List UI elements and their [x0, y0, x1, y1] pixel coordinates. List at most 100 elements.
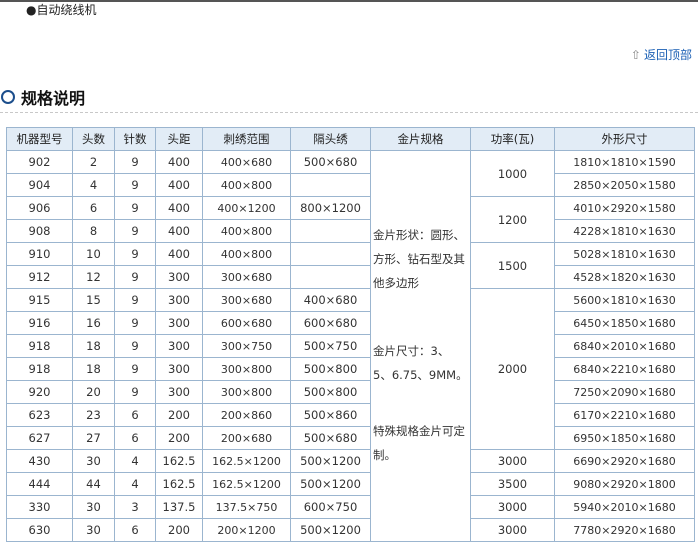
heads-cell: 15: [72, 288, 115, 312]
sequin-spec-p1: 金片形状：圆形、方形、钻石型及其他多边形: [373, 228, 465, 290]
embroidery-range-cell: 400×800: [202, 242, 291, 266]
heads-cell: 8: [72, 219, 115, 243]
skip-head-cell: 400×680: [290, 288, 371, 312]
table-row: 906 6 9 400 400×1200 800×1200 1200 4010×2920×15…: [6, 196, 695, 243]
heads-cell: 30: [72, 518, 115, 542]
heads-cell: 18: [72, 334, 115, 358]
back-to-top-link[interactable]: ⇧ 返回顶部: [631, 46, 692, 63]
skip-head-cell: 500×1200: [290, 472, 371, 496]
table-row: 630 30 6 200 200×1200 500×1200 3000 7780×2920×1…: [6, 518, 695, 542]
dotted-divider: [0, 112, 698, 113]
bullet-item-auto-winder[interactable]: ●自动绕线机: [26, 2, 96, 18]
model-cell: 915: [6, 288, 73, 312]
dimensions-cell: 1810×1810×1590: [554, 150, 695, 174]
embroidery-range-cell: 162.5×1200: [202, 449, 291, 473]
model-cell: 920: [6, 380, 73, 404]
model-cell: 916: [6, 311, 73, 335]
skip-head-cell: 500×680: [290, 426, 371, 450]
model-cell: 910: [6, 242, 73, 266]
dimensions-cell: 7250×2090×1680: [554, 380, 695, 404]
table-row: 902 2 9 400 400×680 500×680 金片形状：圆形、方形、钻石型及其他多…: [6, 150, 695, 542]
skip-head-cell: 500×1200: [290, 449, 371, 473]
skip-head-cell: [290, 265, 371, 289]
heads-cell: 30: [72, 449, 115, 473]
column-header: 机器型号: [6, 127, 73, 151]
power-cell: 3500: [470, 472, 555, 496]
model-cell: 912: [6, 265, 73, 289]
model-cell: 627: [6, 426, 73, 450]
power-cell: 3000: [470, 449, 555, 473]
model-cell: 918: [6, 334, 73, 358]
skip-head-cell: 500×1200: [290, 518, 371, 542]
embroidery-range-cell: 300×750: [202, 334, 291, 358]
heads-cell: 30: [72, 495, 115, 519]
dimensions-cell: 2850×2050×1580: [554, 173, 695, 197]
spec-table: 机器型号 头数 针数 头距 刺绣范围 隔头绣 金片规格 功率(瓦) 外形尺寸 902 2 9 400 4…: [6, 127, 695, 542]
column-header: 外形尺寸: [554, 127, 695, 151]
heads-cell: 4: [72, 173, 115, 197]
head-distance-cell: 162.5: [155, 472, 203, 496]
model-cell: 906: [6, 196, 73, 220]
head-distance-cell: 162.5: [155, 449, 203, 473]
needles-cell: 9: [114, 288, 156, 312]
skip-head-cell: 500×800: [290, 380, 371, 404]
heads-cell: 44: [72, 472, 115, 496]
needles-cell: 9: [114, 196, 156, 220]
dimensions-cell: 9080×2920×1800: [554, 472, 695, 496]
table-row: 430 30 4 162.5 162.5×1200 500×1200 3000 6690×29…: [6, 449, 695, 473]
heads-cell: 16: [72, 311, 115, 335]
skip-head-cell: 500×680: [290, 150, 371, 174]
embroidery-range-cell: 200×1200: [202, 518, 291, 542]
table-row: 444 44 4 162.5 162.5×1200 500×1200 3500 9080×29…: [6, 472, 695, 496]
embroidery-range-cell: 162.5×1200: [202, 472, 291, 496]
top-border: [0, 0, 698, 2]
needles-cell: 9: [114, 334, 156, 358]
skip-head-cell: 500×750: [290, 334, 371, 358]
power-cell: 3000: [470, 518, 555, 542]
embroidery-range-cell: 137.5×750: [202, 495, 291, 519]
heads-cell: 20: [72, 380, 115, 404]
column-header: 头距: [155, 127, 203, 151]
dimensions-cell: 6840×2010×1680: [554, 334, 695, 358]
head-distance-cell: 400: [155, 196, 203, 220]
dimensions-cell: 7780×2920×1680: [554, 518, 695, 542]
skip-head-cell: [290, 242, 371, 266]
head-distance-cell: 300: [155, 357, 203, 381]
needles-cell: 6: [114, 518, 156, 542]
needles-cell: 9: [114, 357, 156, 381]
needles-cell: 3: [114, 495, 156, 519]
dimensions-cell: 4228×1810×1630: [554, 219, 695, 243]
power-cell: 3000: [470, 495, 555, 519]
needles-cell: 9: [114, 150, 156, 174]
power-cell: 1500: [470, 242, 555, 289]
power-cell: 2000: [470, 288, 555, 450]
head-distance-cell: 200: [155, 518, 203, 542]
skip-head-cell: 600×680: [290, 311, 371, 335]
up-arrow-icon: ⇧: [630, 47, 641, 62]
embroidery-range-cell: 300×800: [202, 380, 291, 404]
section-title: 规格说明: [21, 89, 86, 108]
skip-head-cell: [290, 173, 371, 197]
heads-cell: 6: [72, 196, 115, 220]
dimensions-cell: 6170×2210×1680: [554, 403, 695, 427]
heads-cell: 12: [72, 265, 115, 289]
head-distance-cell: 300: [155, 265, 203, 289]
table-row: 918 18 9 300 300×750 500×750 6840×2010×1680: [6, 334, 695, 358]
column-header: 刺绣范围: [202, 127, 291, 151]
needles-cell: 9: [114, 173, 156, 197]
head-distance-cell: 200: [155, 426, 203, 450]
model-cell: 908: [6, 219, 73, 243]
skip-head-cell: 800×1200: [290, 196, 371, 220]
model-cell: 430: [6, 449, 73, 473]
table-row: 904 4 9 400 400×800 2850×2050×1580: [6, 173, 695, 197]
heads-cell: 10: [72, 242, 115, 266]
head-distance-cell: 400: [155, 150, 203, 174]
skip-head-cell: 600×750: [290, 495, 371, 519]
dimensions-cell: 4010×2920×1580: [554, 196, 695, 220]
needles-cell: 9: [114, 380, 156, 404]
model-cell: 902: [6, 150, 73, 174]
model-cell: 904: [6, 173, 73, 197]
skip-head-cell: 500×800: [290, 357, 371, 381]
column-header: 功率(瓦): [470, 127, 555, 151]
embroidery-range-cell: 400×800: [202, 219, 291, 243]
